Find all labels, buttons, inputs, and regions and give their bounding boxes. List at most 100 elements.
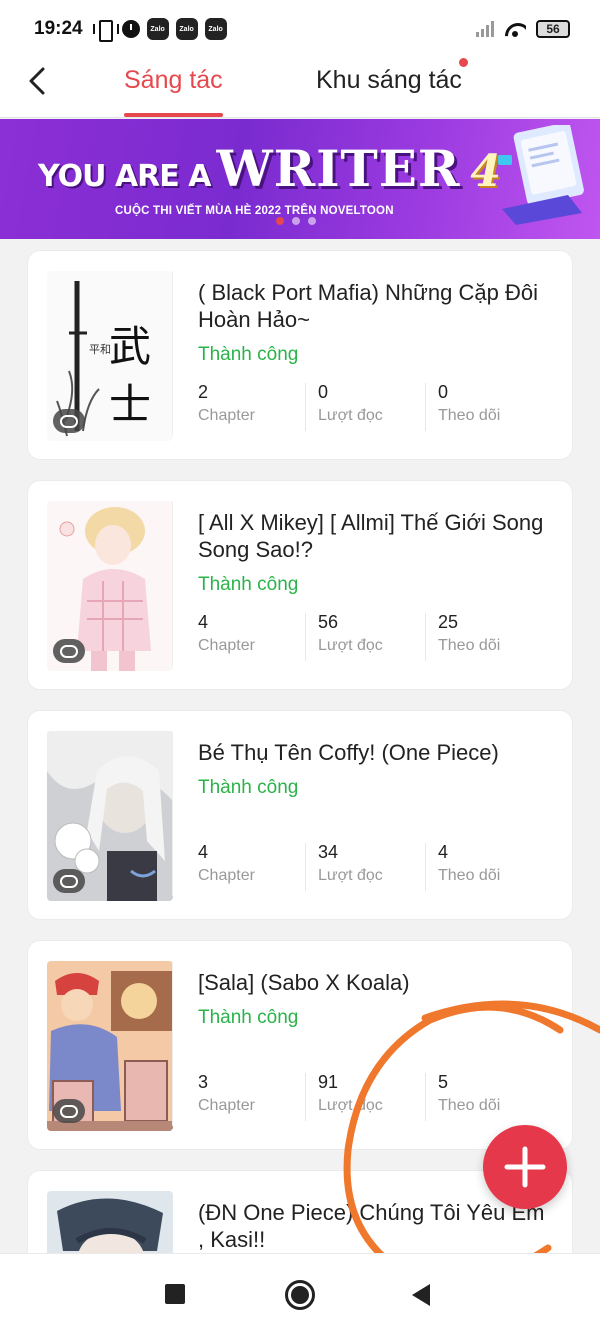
tab-label: Khu sáng tác xyxy=(316,66,462,94)
banner-dot xyxy=(292,217,300,225)
chevron-left-icon xyxy=(29,67,45,95)
back-button[interactable] xyxy=(22,66,52,96)
stat-chapters: 3 Chapter xyxy=(198,1071,318,1125)
work-cover xyxy=(47,731,173,901)
zalo-icon: Zalo xyxy=(175,18,198,40)
stat-label: Lượt đọc xyxy=(318,637,383,654)
banner-title-prefix: YOU ARE A xyxy=(38,159,211,194)
stat-reads: 34 Lượt đọc xyxy=(305,841,438,895)
stat-reads: 91 Lượt đọc xyxy=(305,1071,438,1125)
stat-value: 4 xyxy=(198,612,209,632)
work-cover xyxy=(47,501,173,671)
work-status: Thành công xyxy=(198,1007,299,1028)
vibrate-icon xyxy=(92,20,119,42)
work-title: Bé Thụ Tên Coffy! (One Piece) xyxy=(198,740,499,765)
work-cover: 武 士 平和 xyxy=(47,271,173,441)
recents-square-icon[interactable] xyxy=(165,1284,185,1304)
stat-value: 34 xyxy=(318,842,339,862)
stat-chapters: 4 Chapter xyxy=(198,611,318,665)
stat-label: Lượt đọc xyxy=(318,1097,383,1114)
stat-followers: 5 Theo dõi xyxy=(425,1071,558,1125)
stat-label: Chapter xyxy=(198,637,255,654)
stat-value: 5 xyxy=(438,1072,449,1092)
divider xyxy=(172,271,173,436)
work-stats: 2 Chapter 0 Lượt đọc 0 Theo dõi xyxy=(198,381,558,435)
stat-value: 2 xyxy=(198,382,209,402)
work-stats: 4 Chapter 56 Lượt đọc 25 Theo dõi xyxy=(198,611,558,665)
tab-label: Sáng tác xyxy=(124,66,223,94)
work-card[interactable]: Bé Thụ Tên Coffy! (One Piece) Thành công… xyxy=(28,711,572,919)
stat-label: Chapter xyxy=(198,867,255,884)
comment-icon xyxy=(53,1099,85,1123)
stat-value: 4 xyxy=(198,842,209,862)
comment-icon xyxy=(53,869,85,893)
work-card[interactable]: 武 士 平和 ( Black Port Mafia) Những Cặp Đôi… xyxy=(28,251,572,459)
comment-icon xyxy=(53,409,85,433)
divider xyxy=(172,731,173,896)
status-bar: 19:24 Zalo Zalo Zalo 56 xyxy=(0,0,600,58)
home-circle-icon[interactable] xyxy=(285,1280,315,1310)
system-nav-bar xyxy=(0,1253,600,1333)
stat-value: 25 xyxy=(438,612,459,632)
stat-value: 91 xyxy=(318,1072,339,1092)
work-title: ( Black Port Mafia) Những Cặp Đôi Hoàn H… xyxy=(198,280,538,332)
stat-label: Lượt đọc xyxy=(318,407,383,424)
top-app-bar: Sáng tác Khu sáng tác xyxy=(0,58,600,118)
work-status: Thành công xyxy=(198,777,299,798)
tab-sang-tac[interactable]: Sáng tác xyxy=(124,66,223,117)
divider xyxy=(172,501,173,666)
add-work-button[interactable] xyxy=(483,1125,567,1209)
stat-value: 4 xyxy=(438,842,449,862)
svg-text:武: 武 xyxy=(109,322,151,371)
stat-value: 56 xyxy=(318,612,339,632)
stat-value: 0 xyxy=(318,382,329,402)
banner-title-number: 4 xyxy=(470,146,502,197)
stat-followers: 0 Theo dõi xyxy=(425,381,558,435)
divider xyxy=(172,961,173,1126)
work-cover xyxy=(47,961,173,1131)
stat-reads: 0 Lượt đọc xyxy=(305,381,438,435)
work-title: [Sala] (Sabo X Koala) xyxy=(198,970,410,995)
comment-icon xyxy=(53,639,85,663)
notification-dot xyxy=(458,58,468,67)
stat-value: 3 xyxy=(198,1072,209,1092)
zalo-icon: Zalo xyxy=(204,18,227,40)
tab-indicator xyxy=(124,113,223,117)
work-card[interactable]: [ All X Mikey] [ Allmi] Thế Giới Song So… xyxy=(28,481,572,689)
stat-label: Theo dõi xyxy=(438,1097,501,1114)
laptop-illustration-icon xyxy=(498,125,584,225)
plus-icon xyxy=(504,1146,546,1188)
back-triangle-icon[interactable] xyxy=(412,1284,430,1306)
notification-icons: Zalo Zalo Zalo xyxy=(92,18,227,42)
contest-banner[interactable]: YOU ARE A WRITER 4 CUỘC THI VIẾT MÙA HÈ … xyxy=(0,119,600,239)
works-list: 武 士 平和 ( Black Port Mafia) Những Cặp Đôi… xyxy=(0,239,600,1253)
banner-subtitle: CUỘC THI VIẾT MÙA HÈ 2022 TRÊN NOVELTOON xyxy=(115,205,394,217)
work-stats: 4 Chapter 34 Lượt đọc 4 Theo dõi xyxy=(198,841,558,895)
work-status: Thành công xyxy=(198,344,299,365)
stat-label: Chapter xyxy=(198,407,255,424)
signal-icon xyxy=(476,21,494,37)
stat-chapters: 4 Chapter xyxy=(198,841,318,895)
work-title: [ All X Mikey] [ Allmi] Thế Giới Song So… xyxy=(198,510,544,562)
tab-khu-sang-tac[interactable]: Khu sáng tác xyxy=(316,58,468,95)
stat-label: Chapter xyxy=(198,1097,255,1114)
work-cover xyxy=(47,1191,173,1253)
banner-title: YOU ARE A WRITER 4 xyxy=(38,139,501,198)
banner-title-main: WRITER xyxy=(216,139,461,198)
svg-text:平和: 平和 xyxy=(89,343,111,356)
stat-value: 0 xyxy=(438,382,449,402)
battery-icon: 56 xyxy=(536,20,570,38)
wifi-icon xyxy=(504,21,526,37)
work-status: Thành công xyxy=(198,574,299,595)
status-time: 19:24 xyxy=(34,18,83,39)
stat-reads: 56 Lượt đọc xyxy=(305,611,438,665)
zalo-icon: Zalo xyxy=(146,18,169,40)
work-stats: 3 Chapter 91 Lượt đọc 5 Theo dõi xyxy=(198,1071,558,1125)
cover-image xyxy=(47,1191,173,1253)
clock-icon xyxy=(121,20,140,38)
work-card[interactable]: [Sala] (Sabo X Koala) Thành công 3 Chapt… xyxy=(28,941,572,1149)
svg-text:士: 士 xyxy=(109,380,151,429)
banner-pagination xyxy=(276,217,316,225)
stat-label: Lượt đọc xyxy=(318,867,383,884)
stat-chapters: 2 Chapter xyxy=(198,381,318,435)
